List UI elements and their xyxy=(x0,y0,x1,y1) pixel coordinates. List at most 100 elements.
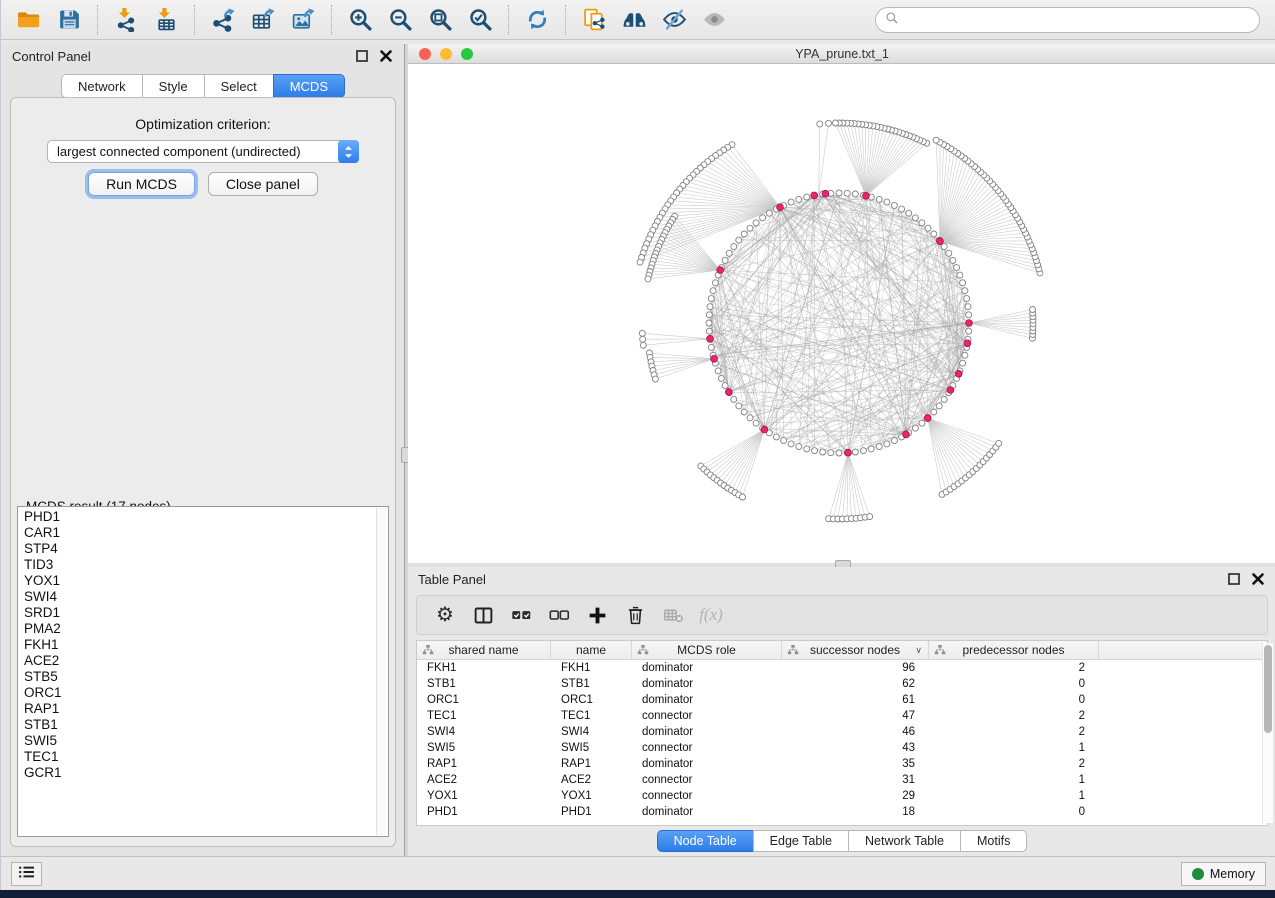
mcds-result-item[interactable]: TID3 xyxy=(20,557,376,573)
mcds-result-item[interactable]: STB1 xyxy=(20,717,376,733)
first-neighbors-button[interactable] xyxy=(614,4,654,36)
close-panel-button[interactable]: Close panel xyxy=(208,172,318,196)
mcds-result-item[interactable]: YOX1 xyxy=(20,573,376,589)
table-scrollbar-thumb[interactable] xyxy=(1264,645,1272,733)
zoom-fit-button[interactable] xyxy=(420,4,460,36)
cell-name: FKH1 xyxy=(551,660,632,676)
cell-name: TEC1 xyxy=(551,708,632,724)
memory-label: Memory xyxy=(1210,867,1255,881)
hide-selected-button[interactable] xyxy=(654,4,694,36)
memory-button[interactable]: Memory xyxy=(1181,862,1266,886)
mcds-result-item[interactable]: SRD1 xyxy=(20,605,376,621)
import-table-button[interactable] xyxy=(146,4,186,36)
search-icon xyxy=(885,11,899,30)
table-scrollbar[interactable] xyxy=(1262,643,1273,823)
table-row[interactable]: TEC1TEC1connector472 xyxy=(417,708,1267,724)
mcds-result-item[interactable]: ACE2 xyxy=(20,653,376,669)
task-history-button[interactable] xyxy=(11,862,42,886)
deselect-all-button[interactable] xyxy=(545,601,573,629)
clone-network-icon xyxy=(582,7,607,32)
mcds-result-list[interactable]: PHD1CAR1STP4TID3YOX1SWI4SRD1PMA2FKH1ACE2… xyxy=(20,509,376,834)
delete-table-button xyxy=(659,601,687,629)
refresh-button[interactable] xyxy=(517,4,557,36)
network-canvas[interactable] xyxy=(408,64,1275,563)
column-header-name[interactable]: name xyxy=(551,641,632,659)
table-row[interactable]: STB1STB1dominator620 xyxy=(417,676,1267,692)
float-table-panel-icon[interactable] xyxy=(1226,571,1242,587)
settings-icon: ⚙ xyxy=(436,605,454,625)
cell-MCDS-role: connector xyxy=(632,740,782,756)
mcds-result-item[interactable]: SWI4 xyxy=(20,589,376,605)
settings-button[interactable]: ⚙ xyxy=(431,601,459,629)
import-network-button[interactable] xyxy=(106,4,146,36)
toolbar-separator xyxy=(565,5,566,35)
float-panel-icon[interactable] xyxy=(354,48,370,64)
search-input[interactable] xyxy=(899,10,1259,30)
mcds-result-item[interactable]: FKH1 xyxy=(20,637,376,653)
tab-style[interactable]: Style xyxy=(142,74,204,98)
tab-network[interactable]: Network xyxy=(61,74,142,98)
mcds-result-item[interactable]: STB5 xyxy=(20,669,376,685)
mcds-result-item[interactable]: SWI5 xyxy=(20,733,376,749)
save-session-button[interactable] xyxy=(49,4,89,36)
zoom-out-button[interactable] xyxy=(380,4,420,36)
tab-node-table[interactable]: Node Table xyxy=(657,830,753,852)
delete-column-button[interactable] xyxy=(621,601,649,629)
add-column-button[interactable] xyxy=(583,601,611,629)
mcds-result-item[interactable]: ORC1 xyxy=(20,685,376,701)
run-mcds-button[interactable]: Run MCDS xyxy=(88,172,195,196)
zoom-fit-icon xyxy=(428,7,453,32)
zoom-in-button[interactable] xyxy=(340,4,380,36)
table-row[interactable]: ORC1ORC1dominator610 xyxy=(417,692,1267,708)
table-row[interactable]: SWI4SWI4dominator462 xyxy=(417,724,1267,740)
cell-successor-nodes: 35 xyxy=(782,756,929,772)
export-network-button[interactable] xyxy=(203,4,243,36)
table-row[interactable]: SWI5SWI5connector431 xyxy=(417,740,1267,756)
memory-status-icon xyxy=(1192,868,1204,880)
cell-successor-nodes: 31 xyxy=(782,772,929,788)
tab-network-table[interactable]: Network Table xyxy=(848,830,960,852)
cell-name: YOX1 xyxy=(551,788,632,804)
mcds-result-item[interactable]: STP4 xyxy=(20,541,376,557)
tab-motifs[interactable]: Motifs xyxy=(960,830,1027,852)
export-table-button[interactable] xyxy=(243,4,283,36)
search-box[interactable] xyxy=(875,7,1260,33)
column-header-MCDS-role[interactable]: MCDS role xyxy=(632,641,782,659)
cell-MCDS-role: dominator xyxy=(632,676,782,692)
table-row[interactable]: FKH1FKH1dominator962 xyxy=(417,660,1267,676)
table-row[interactable]: ACE2ACE2connector311 xyxy=(417,772,1267,788)
table-row[interactable]: PHD1PHD1dominator180 xyxy=(417,804,1267,820)
column-header-shared-name[interactable]: shared name xyxy=(417,641,551,659)
mcds-result-item[interactable]: GCR1 xyxy=(20,765,376,781)
toolbar-separator xyxy=(508,5,509,35)
result-list-scrollbar[interactable] xyxy=(376,508,387,835)
split-panel-button[interactable] xyxy=(469,601,497,629)
mcds-result-item[interactable]: TEC1 xyxy=(20,749,376,765)
mcds-result-item[interactable]: PHD1 xyxy=(20,509,376,525)
cell-shared-name: ORC1 xyxy=(417,692,551,708)
table-row[interactable]: YOX1YOX1connector291 xyxy=(417,788,1267,804)
optimization-criterion-select[interactable]: largest connected component (undirected) xyxy=(47,140,359,163)
clone-network-button[interactable] xyxy=(574,4,614,36)
toolbar-separator xyxy=(97,5,98,35)
show-all-button[interactable] xyxy=(694,4,734,36)
tab-select[interactable]: Select xyxy=(204,74,273,98)
zoom-selected-button[interactable] xyxy=(460,4,500,36)
mcds-result-item[interactable]: CAR1 xyxy=(20,525,376,541)
close-panel-icon[interactable] xyxy=(378,48,394,64)
open-file-button[interactable] xyxy=(9,4,49,36)
cell-shared-name: PHD1 xyxy=(417,804,551,820)
toolbar-separator xyxy=(194,5,195,35)
tab-mcds[interactable]: MCDS xyxy=(273,74,345,98)
export-image-button[interactable] xyxy=(283,4,323,36)
close-table-panel-icon[interactable] xyxy=(1250,571,1266,587)
table-row[interactable]: RAP1RAP1dominator352 xyxy=(417,756,1267,772)
network-graph[interactable] xyxy=(408,64,1275,563)
column-header-successor-nodes[interactable]: successor nodes∨ xyxy=(782,641,929,659)
select-all-button[interactable] xyxy=(507,601,535,629)
toolbar-separator xyxy=(331,5,332,35)
mcds-result-item[interactable]: RAP1 xyxy=(20,701,376,717)
mcds-result-item[interactable]: PMA2 xyxy=(20,621,376,637)
column-header-predecessor-nodes[interactable]: predecessor nodes xyxy=(929,641,1099,659)
tab-edge-table[interactable]: Edge Table xyxy=(753,830,848,852)
